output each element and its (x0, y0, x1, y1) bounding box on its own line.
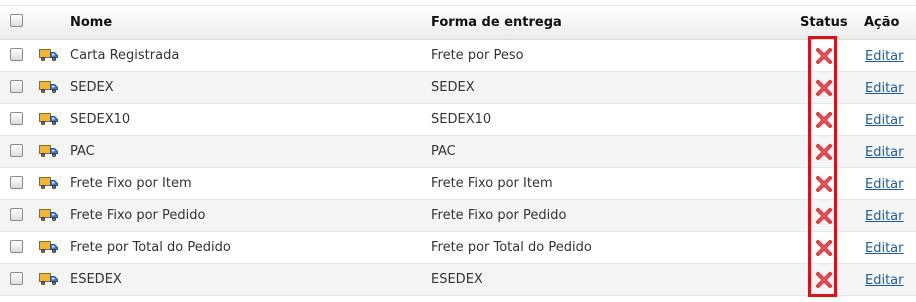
truck-icon (39, 48, 59, 62)
row-delivery: SEDEX (431, 80, 475, 95)
edit-link[interactable]: Editar (865, 264, 904, 297)
edit-link[interactable]: Editar (865, 200, 904, 233)
inactive-x-icon[interactable] (815, 143, 833, 161)
shipping-methods-table: Nome Forma de entrega Status Ação Carta … (0, 5, 916, 296)
truck-icon (39, 144, 59, 158)
table-row: SEDEX10 SEDEX10 Editar (0, 104, 916, 136)
table-row: SEDEX SEDEX Editar (0, 72, 916, 104)
row-name: ESEDEX (70, 272, 122, 287)
truck-icon (39, 208, 59, 222)
row-name: SEDEX10 (70, 112, 131, 127)
edit-link[interactable]: Editar (865, 72, 904, 105)
truck-icon (39, 112, 59, 126)
table-row: Frete Fixo por Pedido Frete Fixo por Ped… (0, 200, 916, 232)
column-header-name[interactable]: Nome (70, 6, 112, 39)
row-checkbox[interactable] (10, 208, 23, 221)
table-header: Nome Forma de entrega Status Ação (0, 5, 916, 40)
row-name: Frete Fixo por Pedido (70, 208, 206, 223)
inactive-x-icon[interactable] (815, 79, 833, 97)
table-row: Frete por Total do Pedido Frete por Tota… (0, 232, 916, 264)
row-name: Frete Fixo por Item (70, 176, 192, 191)
row-name: Frete por Total do Pedido (70, 240, 231, 255)
row-checkbox[interactable] (10, 112, 23, 125)
table-row: Frete Fixo por Item Frete Fixo por Item … (0, 168, 916, 200)
inactive-x-icon[interactable] (815, 239, 833, 257)
row-delivery: SEDEX10 (431, 112, 492, 127)
row-delivery: PAC (431, 144, 456, 159)
row-name: Carta Registrada (70, 48, 180, 63)
row-delivery: Frete Fixo por Item (431, 176, 553, 191)
row-name: PAC (70, 144, 95, 159)
row-checkbox[interactable] (10, 48, 23, 61)
edit-link[interactable]: Editar (865, 168, 904, 201)
row-delivery: Frete por Total do Pedido (431, 240, 592, 255)
edit-link[interactable]: Editar (865, 104, 904, 137)
table-row: Carta Registrada Frete por Peso Editar (0, 40, 916, 72)
select-all-checkbox[interactable] (10, 14, 23, 27)
edit-link[interactable]: Editar (865, 136, 904, 169)
truck-icon (39, 240, 59, 254)
row-name: SEDEX (70, 80, 114, 95)
column-header-delivery[interactable]: Forma de entrega (431, 6, 562, 39)
row-delivery: ESEDEX (431, 272, 483, 287)
row-delivery: Frete Fixo por Pedido (431, 208, 567, 223)
edit-link[interactable]: Editar (865, 232, 904, 265)
row-delivery: Frete por Peso (431, 48, 524, 63)
edit-link[interactable]: Editar (865, 40, 904, 73)
row-checkbox[interactable] (10, 176, 23, 189)
inactive-x-icon[interactable] (815, 111, 833, 129)
truck-icon (39, 176, 59, 190)
truck-icon (39, 272, 59, 286)
inactive-x-icon[interactable] (815, 175, 833, 193)
row-checkbox[interactable] (10, 144, 23, 157)
table-row: ESEDEX ESEDEX Editar (0, 264, 916, 296)
truck-icon (39, 80, 59, 94)
row-checkbox[interactable] (10, 272, 23, 285)
table-body: Carta Registrada Frete por Peso Editar S… (0, 40, 916, 296)
column-header-action: Ação (864, 15, 900, 30)
table-row: PAC PAC Editar (0, 136, 916, 168)
row-checkbox[interactable] (10, 80, 23, 93)
inactive-x-icon[interactable] (815, 207, 833, 225)
column-header-status: Status (800, 15, 848, 30)
inactive-x-icon[interactable] (815, 271, 833, 289)
inactive-x-icon[interactable] (815, 47, 833, 65)
row-checkbox[interactable] (10, 240, 23, 253)
